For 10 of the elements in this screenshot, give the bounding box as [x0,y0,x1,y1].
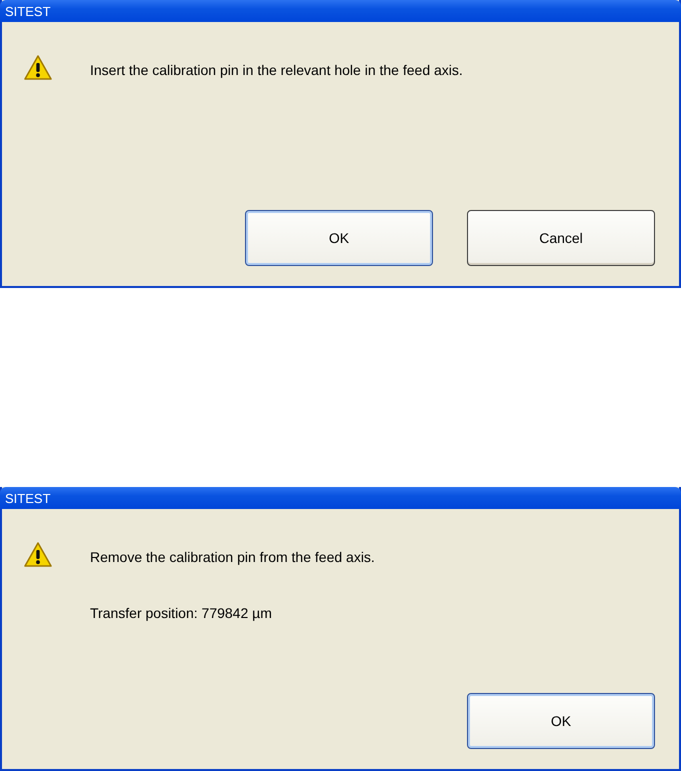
message-text: Insert the calibration pin in the relevant hole in the feed axis. [90,62,463,78]
dialog-button[interactable]: OK [245,210,433,266]
message-text: Remove the calibration pin from the feed axis. [90,549,375,565]
message-text: Transfer position: 779842 µm [90,605,273,621]
dialog-button[interactable]: OK [467,693,655,749]
window-title: SITEST [5,4,51,18]
warning-icon [24,55,52,81]
window-title: SITEST [5,490,51,506]
warning-icon [24,542,52,568]
dialog-button[interactable]: Cancel [467,210,655,266]
